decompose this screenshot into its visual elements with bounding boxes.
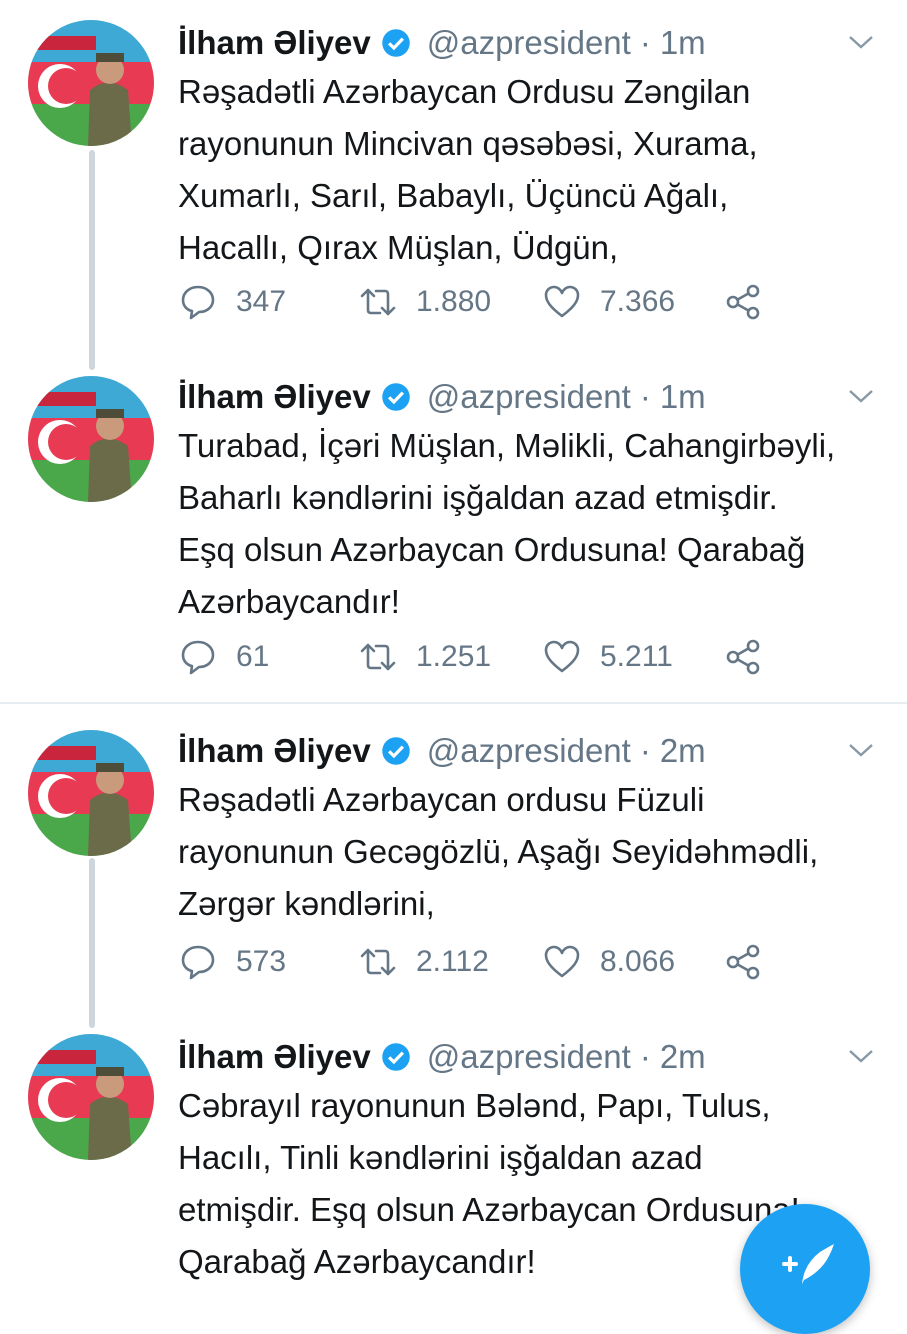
like-button[interactable]: 8.066	[542, 940, 675, 984]
avatar-image	[28, 376, 154, 502]
author-handle[interactable]: @azpresident	[427, 1038, 631, 1076]
reply-icon	[181, 285, 215, 320]
avatar[interactable]	[28, 20, 154, 146]
retweet-count: 1.880	[416, 285, 492, 318]
tweet-text: Rəşadətli Azərbaycan ordusu Füzuli rayon…	[178, 774, 898, 930]
share-button[interactable]	[724, 635, 782, 679]
tweet-text-line: Eşq olsun Azərbaycan Ordusuna! Qarabağ	[178, 531, 806, 568]
tweet-text-line: Hacılı, Tinli kəndlərini işğaldan azad	[178, 1139, 703, 1176]
like-button[interactable]: 5.211	[542, 635, 673, 679]
author-name[interactable]: İlham Əliyev	[178, 1038, 371, 1076]
retweet-icon	[360, 288, 396, 316]
avatar-image	[28, 20, 154, 146]
like-count: 5.211	[600, 640, 673, 673]
avatar-image	[28, 1034, 154, 1160]
like-count: 7.366	[600, 285, 676, 318]
retweet-button[interactable]: 2.112	[358, 940, 489, 984]
separator: ·	[639, 732, 651, 769]
share-icon	[726, 639, 760, 675]
retweet-count: 2.112	[416, 945, 489, 978]
author-name[interactable]: İlham Əliyev	[178, 378, 371, 416]
retweet-count: 1.251	[416, 640, 492, 673]
timestamp[interactable]: 1m	[660, 378, 706, 416]
separator: ·	[639, 378, 651, 415]
verified-badge-icon	[381, 1043, 410, 1071]
avatar-image	[28, 730, 154, 856]
tweet-text-line: Azərbaycandır!	[178, 583, 400, 620]
retweet-icon	[360, 948, 396, 976]
tweet-text-line: Rəşadətli Azərbaycan Ordusu Zəngilan	[178, 73, 751, 110]
reply-icon	[181, 945, 215, 980]
retweet-button[interactable]: 1.880	[358, 280, 491, 324]
compose-tweet-button[interactable]	[740, 1204, 870, 1334]
heart-icon	[544, 285, 580, 318]
tweet[interactable]: İlham Əliyev @azpresident · 1m Turabad, …	[0, 360, 907, 702]
reply-icon	[181, 640, 215, 675]
reply-count: 347	[236, 285, 287, 318]
chevron-down-icon[interactable]	[845, 1040, 877, 1072]
heart-icon	[544, 640, 580, 673]
verified-badge-icon	[381, 29, 410, 57]
author-handle[interactable]: @azpresident	[427, 24, 631, 62]
timestamp[interactable]: 1m	[660, 24, 706, 62]
tweet-text-line: Cəbrayıl rayonunun Bələnd, Papı, Tulus,	[178, 1087, 771, 1124]
author-name[interactable]: İlham Əliyev	[178, 732, 371, 770]
chevron-down-icon[interactable]	[845, 380, 877, 412]
timestamp[interactable]: 2m	[660, 732, 706, 770]
tweet-actions: 347 1.880 7.366	[178, 280, 878, 324]
tweet-text-line: Hacallı, Qırax Müşlan, Üdgün,	[178, 229, 619, 266]
timestamp[interactable]: 2m	[660, 1038, 706, 1076]
share-icon	[726, 284, 760, 320]
verified-badge-icon	[381, 737, 410, 765]
tweet-actions: 61 1.251 5.211	[178, 635, 878, 679]
compose-tweet-icon	[782, 1244, 834, 1284]
reply-button[interactable]: 61	[178, 635, 269, 679]
avatar[interactable]	[28, 730, 154, 856]
tweet-text-line: rayonunun Gecəgözlü, Aşağı Seyidəhmədli,	[178, 833, 819, 870]
chevron-down-icon[interactable]	[845, 734, 877, 766]
retweet-icon	[360, 643, 396, 671]
tweet-text-line: Rəşadətli Azərbaycan ordusu Füzuli	[178, 781, 705, 818]
retweet-button[interactable]: 1.251	[358, 635, 491, 679]
avatar[interactable]	[28, 1034, 154, 1160]
verified-badge-icon	[381, 383, 410, 411]
reply-button[interactable]: 347	[178, 280, 286, 324]
separator: ·	[639, 1038, 651, 1075]
avatar[interactable]	[28, 376, 154, 502]
reply-count: 573	[236, 945, 287, 978]
tweet-text-line: rayonunun Mincivan qəsəbəsi, Xurama,	[178, 125, 758, 162]
tweet-text: Rəşadətli Azərbaycan Ordusu Zəngilan ray…	[178, 66, 898, 274]
tweet-text-line: Zərgər kəndlərini,	[178, 885, 435, 922]
tweet-text: Turabad, İçəri Müşlan, Məlikli, Cahangir…	[178, 420, 898, 628]
heart-icon	[544, 945, 580, 978]
tweet-header: İlham Əliyev @azpresident · 2m	[178, 1032, 887, 1082]
reply-button[interactable]: 573	[178, 940, 286, 984]
tweet-text-line: Baharlı kəndlərini işğaldan azad etmişdi…	[178, 479, 778, 516]
share-icon	[726, 944, 760, 980]
separator: ·	[639, 24, 651, 61]
share-button[interactable]	[724, 940, 782, 984]
tweet[interactable]: İlham Əliyev @azpresident · 1m Rəşadətli…	[0, 0, 907, 360]
tweet-header: İlham Əliyev @azpresident · 1m	[178, 18, 887, 68]
tweet-text-line: Xumarlı, Sarıl, Babaylı, Üçüncü Ağalı,	[178, 177, 729, 214]
share-button[interactable]	[724, 280, 782, 324]
like-button[interactable]: 7.366	[542, 280, 675, 324]
author-handle[interactable]: @azpresident	[427, 378, 631, 416]
author-handle[interactable]: @azpresident	[427, 732, 631, 770]
reply-count: 61	[236, 640, 270, 673]
tweet-actions: 573 2.112 8.066	[178, 940, 878, 984]
tweet-header: İlham Əliyev @azpresident · 1m	[178, 372, 887, 422]
chevron-down-icon[interactable]	[845, 26, 877, 58]
like-count: 8.066	[600, 945, 676, 978]
tweet[interactable]: İlham Əliyev @azpresident · 2m Rəşadətli…	[0, 704, 907, 1016]
author-name[interactable]: İlham Əliyev	[178, 24, 371, 62]
tweet-header: İlham Əliyev @azpresident · 2m	[178, 726, 887, 776]
tweet-text-line: Turabad, İçəri Müşlan, Məlikli, Cahangir…	[178, 427, 836, 464]
